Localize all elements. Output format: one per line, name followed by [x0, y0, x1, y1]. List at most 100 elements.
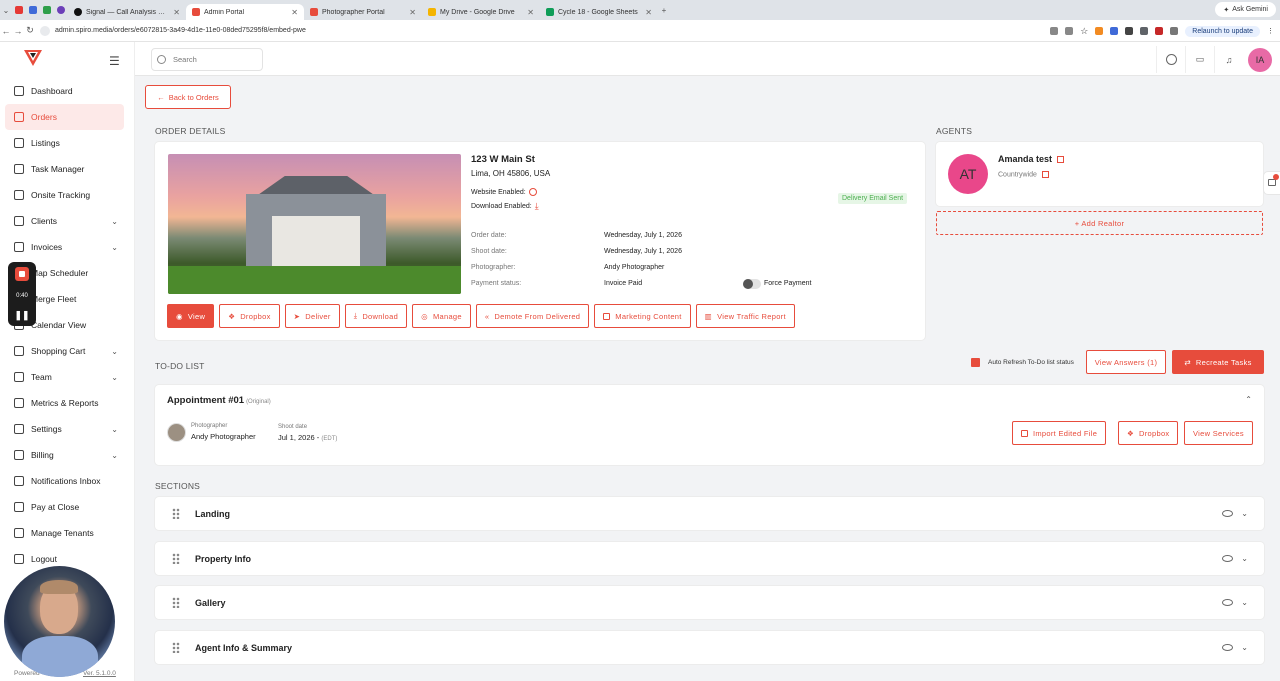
close-icon[interactable]: ✕	[645, 8, 652, 17]
chevron-down-icon[interactable]: ⌄	[1241, 598, 1248, 607]
section-property-info[interactable]: Property Info ⌄	[155, 542, 1264, 575]
extension-icon[interactable]	[1140, 27, 1149, 35]
chevron-down-icon[interactable]: ⌄	[1241, 509, 1248, 518]
sidebar-item[interactable]: Pay at Close	[5, 494, 124, 520]
extension-icon[interactable]	[1095, 27, 1104, 35]
property-photo[interactable]	[168, 154, 461, 294]
dropbox-button[interactable]: ❖ Dropbox	[219, 304, 280, 328]
sidebar-item[interactable]: Manage Tenants	[5, 520, 124, 546]
new-tab-icon[interactable]: +	[658, 6, 670, 15]
external-link-icon[interactable]	[1057, 156, 1065, 164]
chevron-down-icon[interactable]: ⌄	[111, 425, 118, 434]
extension-icon[interactable]	[1125, 27, 1134, 35]
bell-icon[interactable]: ♫	[1214, 46, 1243, 73]
eye-icon[interactable]	[1222, 510, 1233, 517]
sidebar-item[interactable]: Dashboard	[5, 78, 124, 104]
back-to-orders-button[interactable]: ← Back to Orders	[145, 85, 231, 109]
sidebar-item[interactable]: Team ⌄	[5, 364, 124, 390]
help-icon[interactable]	[1156, 46, 1185, 73]
traffic-report-button[interactable]: ▥ View Traffic Report	[695, 304, 795, 328]
sidebar-item[interactable]: Settings ⌄	[5, 416, 124, 442]
sidebar-item[interactable]: Metrics & Reports	[5, 390, 124, 416]
eye-icon[interactable]	[1222, 644, 1233, 651]
site-info-icon[interactable]	[40, 25, 50, 36]
close-icon[interactable]: ✕	[409, 8, 416, 17]
close-icon[interactable]: ✕	[291, 8, 298, 17]
chevron-down-icon[interactable]: ⌄	[111, 451, 118, 460]
ask-gemini-button[interactable]: ✦ Ask Gemini	[1215, 2, 1276, 17]
chevron-down-icon[interactable]: ⌄	[1241, 554, 1248, 563]
reload-icon[interactable]: ↻	[24, 25, 36, 36]
feedback-tab[interactable]	[1264, 172, 1280, 194]
manage-button[interactable]: ◎ Manage	[412, 304, 471, 328]
close-icon[interactable]: ✕	[527, 8, 534, 17]
extension-icon[interactable]	[1065, 27, 1074, 35]
sidebar-item[interactable]: Invoices ⌄	[5, 234, 124, 260]
video-icon[interactable]: ▭	[1185, 46, 1214, 73]
spiro-logo[interactable]	[24, 50, 42, 66]
extension-icon[interactable]	[1050, 27, 1059, 35]
agent-name[interactable]: Amanda test	[998, 154, 1065, 164]
section-landing[interactable]: Landing ⌄	[155, 497, 1264, 530]
eye-icon[interactable]	[1222, 599, 1233, 606]
import-edited-file-button[interactable]: Import Edited File	[1012, 421, 1107, 445]
deliver-button[interactable]: ➤ Deliver	[284, 304, 340, 328]
view-answers-button[interactable]: View Answers (1)	[1086, 350, 1166, 374]
sidebar-item[interactable]: Billing ⌄	[5, 442, 124, 468]
drag-handle-icon[interactable]	[172, 508, 180, 519]
chevron-up-icon[interactable]: ⌃	[1245, 395, 1252, 404]
auto-refresh-checkbox[interactable]	[971, 358, 980, 367]
sidebar-item[interactable]: Listings	[5, 130, 124, 156]
add-realtor-button[interactable]: + Add Realtor	[936, 211, 1263, 235]
force-payment-toggle[interactable]	[743, 279, 761, 289]
sidebar-item[interactable]: Clients ⌄	[5, 208, 124, 234]
section-gallery[interactable]: Gallery ⌄	[155, 586, 1264, 619]
demote-button[interactable]: « Demote From Delivered	[475, 304, 590, 328]
sidebar-item[interactable]: Task Manager	[5, 156, 124, 182]
browser-tab[interactable]: Photographer Portal ✕	[304, 4, 422, 20]
drag-handle-icon[interactable]	[172, 642, 180, 653]
drag-handle-icon[interactable]	[172, 597, 180, 608]
chevron-down-icon[interactable]: ⌄	[111, 347, 118, 356]
star-icon[interactable]: ☆	[1080, 26, 1088, 37]
agent-company[interactable]: Countrywide	[998, 171, 1049, 178]
back-arrow-icon[interactable]: ←	[0, 26, 12, 36]
pinned-tab[interactable]	[12, 0, 26, 20]
chevron-down-icon[interactable]: ⌄	[111, 373, 118, 382]
extension-icon[interactable]	[1155, 27, 1164, 35]
extension-icon[interactable]	[1110, 27, 1119, 35]
sidebar-item[interactable]: Notifications Inbox	[5, 468, 124, 494]
pinned-tab[interactable]	[26, 0, 40, 20]
chevron-down-icon[interactable]: ⌄	[1241, 643, 1248, 652]
download-icon[interactable]: ⤓	[535, 201, 539, 212]
stop-recording-icon[interactable]	[15, 267, 29, 281]
url-field[interactable]: admin.spiro.media/orders/e6072815-3a49-4…	[40, 25, 306, 36]
pinned-tab[interactable]	[54, 0, 68, 20]
tab-search-icon[interactable]: ⌄	[0, 6, 12, 15]
forward-arrow-icon[interactable]: →	[12, 26, 24, 36]
sidebar-item[interactable]: Onsite Tracking	[5, 182, 124, 208]
marketing-content-button[interactable]: Marketing Content	[594, 304, 691, 328]
eye-icon[interactable]	[1222, 555, 1233, 562]
avatar[interactable]: IA	[1248, 47, 1272, 72]
browser-tab[interactable]: Signal — Call Analysis & Coa ✕	[68, 4, 186, 20]
search-box[interactable]: Search	[151, 48, 263, 71]
external-link-icon[interactable]	[1041, 171, 1049, 178]
drag-handle-icon[interactable]	[172, 553, 180, 564]
recreate-tasks-button[interactable]: ⇄ Recreate Tasks	[1172, 350, 1264, 374]
browser-tab[interactable]: Cycle 18 - Google Sheets ✕	[540, 4, 658, 20]
browser-tab[interactable]: My Drive - Google Drive ✕	[422, 4, 540, 20]
relaunch-button[interactable]: Relaunch to update	[1185, 25, 1260, 37]
view-button[interactable]: ◉ View	[167, 304, 215, 328]
pinned-tab[interactable]	[40, 0, 54, 20]
sidebar-item[interactable]: Shopping Cart ⌄	[5, 338, 124, 364]
extension-icon[interactable]	[1170, 27, 1179, 35]
download-button[interactable]: ⤓ Download	[344, 304, 408, 328]
pause-icon[interactable]: ❚❚	[14, 310, 29, 321]
browser-tab-active[interactable]: Admin Portal ✕	[186, 4, 304, 20]
chevron-down-icon[interactable]: ⌄	[111, 243, 118, 252]
appointment-dropbox-button[interactable]: ❖ Dropbox	[1118, 421, 1179, 445]
view-services-button[interactable]: View Services	[1184, 421, 1253, 445]
hamburger-menu-icon[interactable]: ☰	[109, 54, 120, 68]
chevron-down-icon[interactable]: ⌄	[111, 217, 118, 226]
